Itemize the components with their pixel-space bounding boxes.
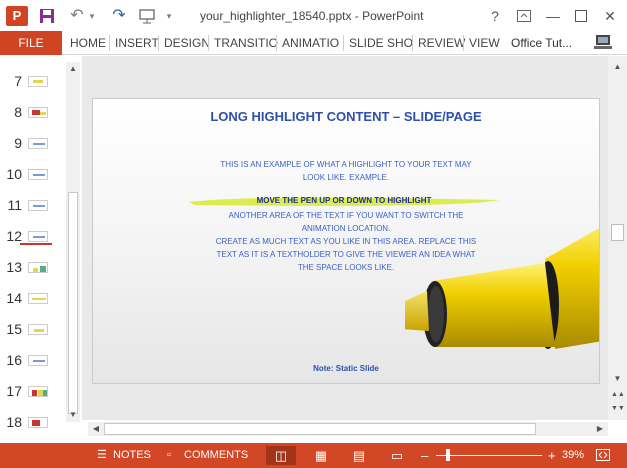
slide-show-view-icon[interactable]: ▭: [382, 446, 412, 465]
tab-design[interactable]: DESIGN: [164, 31, 210, 55]
scroll-up-icon[interactable]: ▲: [611, 60, 624, 73]
slide-thumbnail-11[interactable]: [28, 200, 48, 211]
tab-view[interactable]: VIEW: [469, 31, 500, 55]
minimize-icon[interactable]: —: [540, 5, 566, 27]
slide-thumbnail-17[interactable]: [28, 386, 48, 397]
thumbnail-scrollbar[interactable]: ▲ ▼: [66, 62, 80, 422]
title-bar: P ↶ ▾ ↷ ▾ your_highlighter_18540.pptx - …: [0, 0, 627, 31]
tab-review[interactable]: REVIEW: [418, 31, 465, 55]
slide-thumbnail-14[interactable]: [28, 293, 48, 304]
save-icon[interactable]: [36, 5, 58, 27]
start-from-beginning-icon[interactable]: [136, 5, 158, 27]
tab-slide-show[interactable]: SLIDE SHO: [349, 31, 413, 55]
tab-file[interactable]: FILE: [0, 31, 62, 55]
tab-insert[interactable]: INSERT: [115, 31, 159, 55]
status-bar: ☰ NOTES ▫ COMMENTS ◫ ▦ ▤ ▭ – + 39%: [0, 443, 627, 468]
slide-canvas[interactable]: LONG HIGHLIGHT CONTENT – SLIDE/PAGE THIS…: [92, 98, 600, 384]
tab-separator: [158, 35, 159, 51]
comments-button[interactable]: COMMENTS: [184, 443, 248, 468]
thumbnail-scroll-thumb[interactable]: [68, 192, 78, 414]
tab-animations[interactable]: ANIMATIO: [282, 31, 339, 55]
tab-transitions[interactable]: TRANSITIO: [214, 31, 278, 55]
tab-separator: [412, 35, 413, 51]
redo-icon[interactable]: ↷: [108, 5, 130, 27]
previous-slide-icon[interactable]: ▲▲: [611, 388, 625, 401]
scroll-left-icon[interactable]: ◀: [89, 422, 103, 436]
scroll-up-icon[interactable]: ▲: [66, 62, 80, 76]
slide-number: 8: [14, 104, 22, 120]
tab-separator: [343, 35, 344, 51]
tab-separator: [276, 35, 277, 51]
slide-thumbnail-8[interactable]: [28, 107, 48, 118]
slide-number: 14: [6, 290, 22, 306]
slide-thumbnail-13[interactable]: [28, 262, 48, 273]
slide-thumbnail-15[interactable]: [28, 324, 48, 335]
notes-icon[interactable]: ☰: [97, 443, 107, 468]
zoom-slider-knob[interactable]: [446, 449, 450, 461]
slide-number: 15: [6, 321, 22, 337]
notes-button[interactable]: NOTES: [113, 443, 151, 468]
slide-number: 7: [14, 73, 22, 89]
slide-vertical-scrollbar[interactable]: ▲ ▼ ▲▲ ▼▼: [608, 56, 627, 420]
undo-icon[interactable]: ↶: [66, 5, 88, 27]
zoom-in-icon[interactable]: +: [548, 443, 556, 468]
horizontal-scroll-thumb[interactable]: [104, 423, 536, 435]
undo-dropdown-icon[interactable]: ▾: [86, 5, 98, 27]
maximize-icon[interactable]: [568, 5, 594, 27]
insertion-marker: [20, 243, 52, 245]
tab-separator: [463, 35, 464, 51]
scroll-down-icon[interactable]: ▼: [66, 408, 80, 422]
powerpoint-logo-icon: P: [6, 6, 28, 26]
slide-thumbnail-16[interactable]: [28, 355, 48, 366]
help-icon[interactable]: ?: [482, 5, 508, 27]
slide-thumbnail-7[interactable]: [28, 76, 48, 87]
ribbon-display-options-icon[interactable]: [511, 5, 537, 27]
slide-title[interactable]: LONG HIGHLIGHT CONTENT – SLIDE/PAGE: [93, 109, 599, 124]
ribbon-tabs: FILE HOME INSERT DESIGN TRANSITIO ANIMAT…: [0, 31, 627, 55]
tab-separator: [109, 35, 110, 51]
normal-view-icon[interactable]: ◫: [266, 446, 296, 465]
slide-editing-area: LONG HIGHLIGHT CONTENT – SLIDE/PAGE THIS…: [82, 56, 608, 420]
zoom-level[interactable]: 39%: [562, 443, 584, 468]
body-text-line[interactable]: THIS IS AN EXAMPLE OF WHAT A HIGHLIGHT T…: [93, 158, 599, 171]
scroll-right-icon[interactable]: ▶: [593, 422, 607, 436]
slide-number: 10: [6, 166, 22, 182]
tab-home[interactable]: HOME: [70, 31, 106, 55]
next-slide-icon[interactable]: ▼▼: [611, 402, 625, 415]
slide-sorter-view-icon[interactable]: ▦: [306, 446, 336, 465]
slide-number: 13: [6, 259, 22, 275]
tab-separator: [208, 35, 209, 51]
user-avatar-icon[interactable]: [592, 32, 614, 52]
slide-thumbnail-9[interactable]: [28, 138, 48, 149]
slide-number: 17: [6, 383, 22, 399]
slide-number: 16: [6, 352, 22, 368]
slide-thumbnail-10[interactable]: [28, 169, 48, 180]
slide-horizontal-scrollbar[interactable]: ◀ ▶: [88, 422, 608, 436]
vertical-scroll-thumb[interactable]: [611, 224, 624, 241]
zoom-out-icon[interactable]: –: [421, 443, 428, 468]
slide-thumbnail-12[interactable]: [28, 231, 48, 242]
scroll-down-icon[interactable]: ▼: [611, 372, 624, 385]
slide-thumbnail-pane: 7 8 9 10 11 12 13 14 15 16 17 18 ▲ ▼: [0, 56, 82, 438]
highlighter-pen-image[interactable]: [405, 219, 600, 384]
slide-number: 9: [14, 135, 22, 151]
slide-number: 12: [6, 228, 22, 244]
user-account-name[interactable]: Office Tut...: [511, 31, 572, 55]
slide-number: 18: [6, 414, 22, 430]
highlighted-text[interactable]: MOVE THE PEN UP OR DOWN TO HIGHLIGHT: [185, 196, 503, 205]
body-text-line[interactable]: LOOK LIKE. EXAMPLE.: [93, 171, 599, 184]
window-title: your_highlighter_18540.pptx - PowerPoint: [200, 9, 424, 23]
fit-slide-icon[interactable]: [596, 443, 610, 468]
comments-icon[interactable]: ▫: [167, 443, 171, 468]
slide-number: 11: [7, 197, 22, 213]
close-icon[interactable]: ✕: [597, 5, 623, 27]
customize-toolbar-icon[interactable]: ▾: [162, 5, 176, 27]
slide-thumbnail-18[interactable]: [28, 417, 48, 428]
reading-view-icon[interactable]: ▤: [344, 446, 374, 465]
zoom-slider-track[interactable]: [436, 455, 542, 456]
